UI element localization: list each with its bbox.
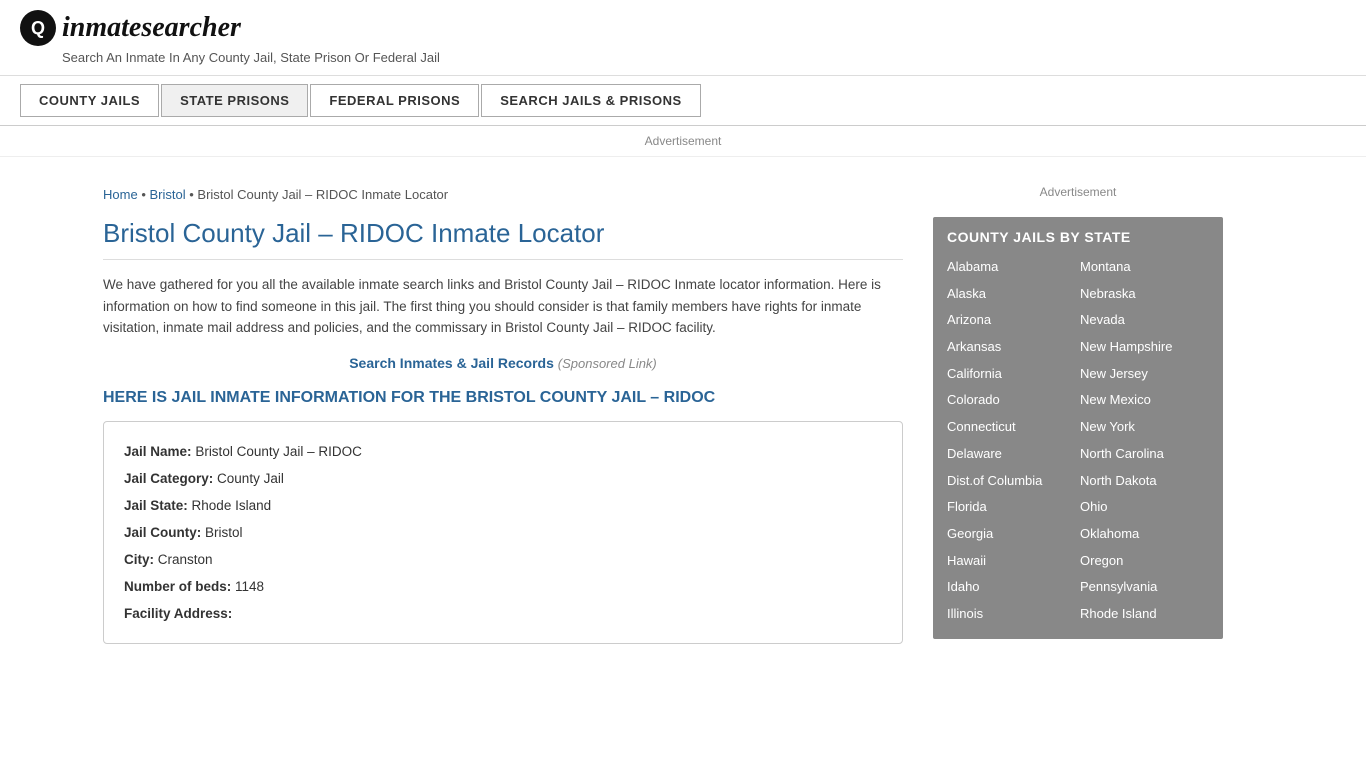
state-link-right-8[interactable]: North Dakota — [1080, 469, 1209, 494]
state-link-right-10[interactable]: Oklahoma — [1080, 522, 1209, 547]
state-link-right-13[interactable]: Rhode Island — [1080, 602, 1209, 627]
state-link-right-1[interactable]: Nebraska — [1080, 282, 1209, 307]
page-title: Bristol County Jail – RIDOC Inmate Locat… — [103, 218, 903, 260]
state-link-left-9[interactable]: Florida — [947, 495, 1076, 520]
logo-text-part2: searcher — [141, 12, 241, 43]
nav-link-federal-prisons[interactable]: FEDERAL PRISONS — [310, 84, 479, 117]
state-link-left-11[interactable]: Hawaii — [947, 549, 1076, 574]
state-link-right-12[interactable]: Pennsylvania — [1080, 575, 1209, 600]
city-value: Cranston — [158, 552, 213, 567]
nav-item-federal-prisons[interactable]: FEDERAL PRISONS — [310, 84, 481, 117]
logo-icon: Q — [20, 10, 56, 46]
county-jails-heading: COUNTY JAILS BY STATE — [947, 229, 1209, 245]
nav-link-state-prisons[interactable]: STATE PRISONS — [161, 84, 308, 117]
content-area: Home • Bristol • Bristol County Jail – R… — [103, 167, 923, 664]
sponsored-link-area: Search Inmates & Jail Records (Sponsored… — [103, 355, 903, 371]
beds-value: 1148 — [235, 579, 264, 594]
jail-name-label: Jail Name: — [124, 444, 192, 459]
jail-name-row: Jail Name: Bristol County Jail – RIDOC — [124, 438, 882, 465]
breadcrumb: Home • Bristol • Bristol County Jail – R… — [103, 177, 903, 202]
logo-area: Q inmatesearcher — [20, 10, 1346, 46]
state-link-left-12[interactable]: Idaho — [947, 575, 1076, 600]
jail-name-value: Bristol County Jail – RIDOC — [195, 444, 362, 459]
state-link-right-0[interactable]: Montana — [1080, 255, 1209, 280]
nav-item-state-prisons[interactable]: STATE PRISONS — [161, 84, 310, 117]
state-link-left-13[interactable]: Illinois — [947, 602, 1076, 627]
state-link-right-6[interactable]: New York — [1080, 415, 1209, 440]
nav-item-county-jails[interactable]: COUNTY JAILS — [20, 84, 161, 117]
sponsored-link[interactable]: Search Inmates & Jail Records — [349, 355, 554, 371]
info-card: Jail Name: Bristol County Jail – RIDOC J… — [103, 421, 903, 644]
sponsored-label: (Sponsored Link) — [558, 356, 657, 371]
jail-state-row: Jail State: Rhode Island — [124, 492, 882, 519]
nav-link-county-jails[interactable]: COUNTY JAILS — [20, 84, 159, 117]
state-link-left-2[interactable]: Arizona — [947, 308, 1076, 333]
jail-category-row: Jail Category: County Jail — [124, 465, 882, 492]
state-link-left-8[interactable]: Dist.of Columbia — [947, 469, 1076, 494]
state-link-left-5[interactable]: Colorado — [947, 388, 1076, 413]
jail-county-label: Jail County: — [124, 525, 201, 540]
beds-label: Number of beds: — [124, 579, 231, 594]
state-link-right-9[interactable]: Ohio — [1080, 495, 1209, 520]
jail-county-value: Bristol — [205, 525, 243, 540]
states-grid: AlabamaMontanaAlaskaNebraskaArizonaNevad… — [947, 255, 1209, 627]
breadcrumb-current: Bristol County Jail – RIDOC Inmate Locat… — [197, 187, 448, 202]
state-link-right-3[interactable]: New Hampshire — [1080, 335, 1209, 360]
sidebar-advertisement: Advertisement — [933, 177, 1223, 207]
logo-text-part1: inmate — [62, 12, 141, 43]
logo-text: inmatesearcher — [62, 12, 241, 44]
state-link-left-4[interactable]: California — [947, 362, 1076, 387]
jail-category-label: Jail Category: — [124, 471, 213, 486]
jail-category-value: County Jail — [217, 471, 284, 486]
nav-item-search[interactable]: SEARCH JAILS & PRISONS — [481, 84, 702, 117]
breadcrumb-bristol[interactable]: Bristol — [149, 187, 185, 202]
state-link-left-0[interactable]: Alabama — [947, 255, 1076, 280]
state-link-right-4[interactable]: New Jersey — [1080, 362, 1209, 387]
state-link-left-3[interactable]: Arkansas — [947, 335, 1076, 360]
state-link-right-2[interactable]: Nevada — [1080, 308, 1209, 333]
state-link-right-7[interactable]: North Carolina — [1080, 442, 1209, 467]
section-heading: HERE IS JAIL INMATE INFORMATION FOR THE … — [103, 389, 903, 407]
jail-state-value: Rhode Island — [192, 498, 272, 513]
site-tagline: Search An Inmate In Any County Jail, Sta… — [62, 50, 1346, 65]
city-row: City: Cranston — [124, 546, 882, 573]
main-container: Home • Bristol • Bristol County Jail – R… — [83, 167, 1283, 664]
state-link-right-5[interactable]: New Mexico — [1080, 388, 1209, 413]
state-link-left-6[interactable]: Connecticut — [947, 415, 1076, 440]
state-link-right-11[interactable]: Oregon — [1080, 549, 1209, 574]
main-nav: COUNTY JAILS STATE PRISONS FEDERAL PRISO… — [0, 76, 1366, 126]
address-label: Facility Address: — [124, 606, 232, 621]
top-advertisement: Advertisement — [0, 126, 1366, 157]
state-link-left-7[interactable]: Delaware — [947, 442, 1076, 467]
state-link-left-1[interactable]: Alaska — [947, 282, 1076, 307]
city-label: City: — [124, 552, 154, 567]
state-link-left-10[interactable]: Georgia — [947, 522, 1076, 547]
county-jails-box: COUNTY JAILS BY STATE AlabamaMontanaAlas… — [933, 217, 1223, 639]
body-text: We have gathered for you all the availab… — [103, 274, 903, 339]
sidebar: Advertisement COUNTY JAILS BY STATE Alab… — [923, 167, 1223, 664]
jail-state-label: Jail State: — [124, 498, 188, 513]
breadcrumb-home[interactable]: Home — [103, 187, 138, 202]
site-header: Q inmatesearcher Search An Inmate In Any… — [0, 0, 1366, 76]
nav-link-search[interactable]: SEARCH JAILS & PRISONS — [481, 84, 700, 117]
address-row: Facility Address: — [124, 600, 882, 627]
jail-county-row: Jail County: Bristol — [124, 519, 882, 546]
beds-row: Number of beds: 1148 — [124, 573, 882, 600]
